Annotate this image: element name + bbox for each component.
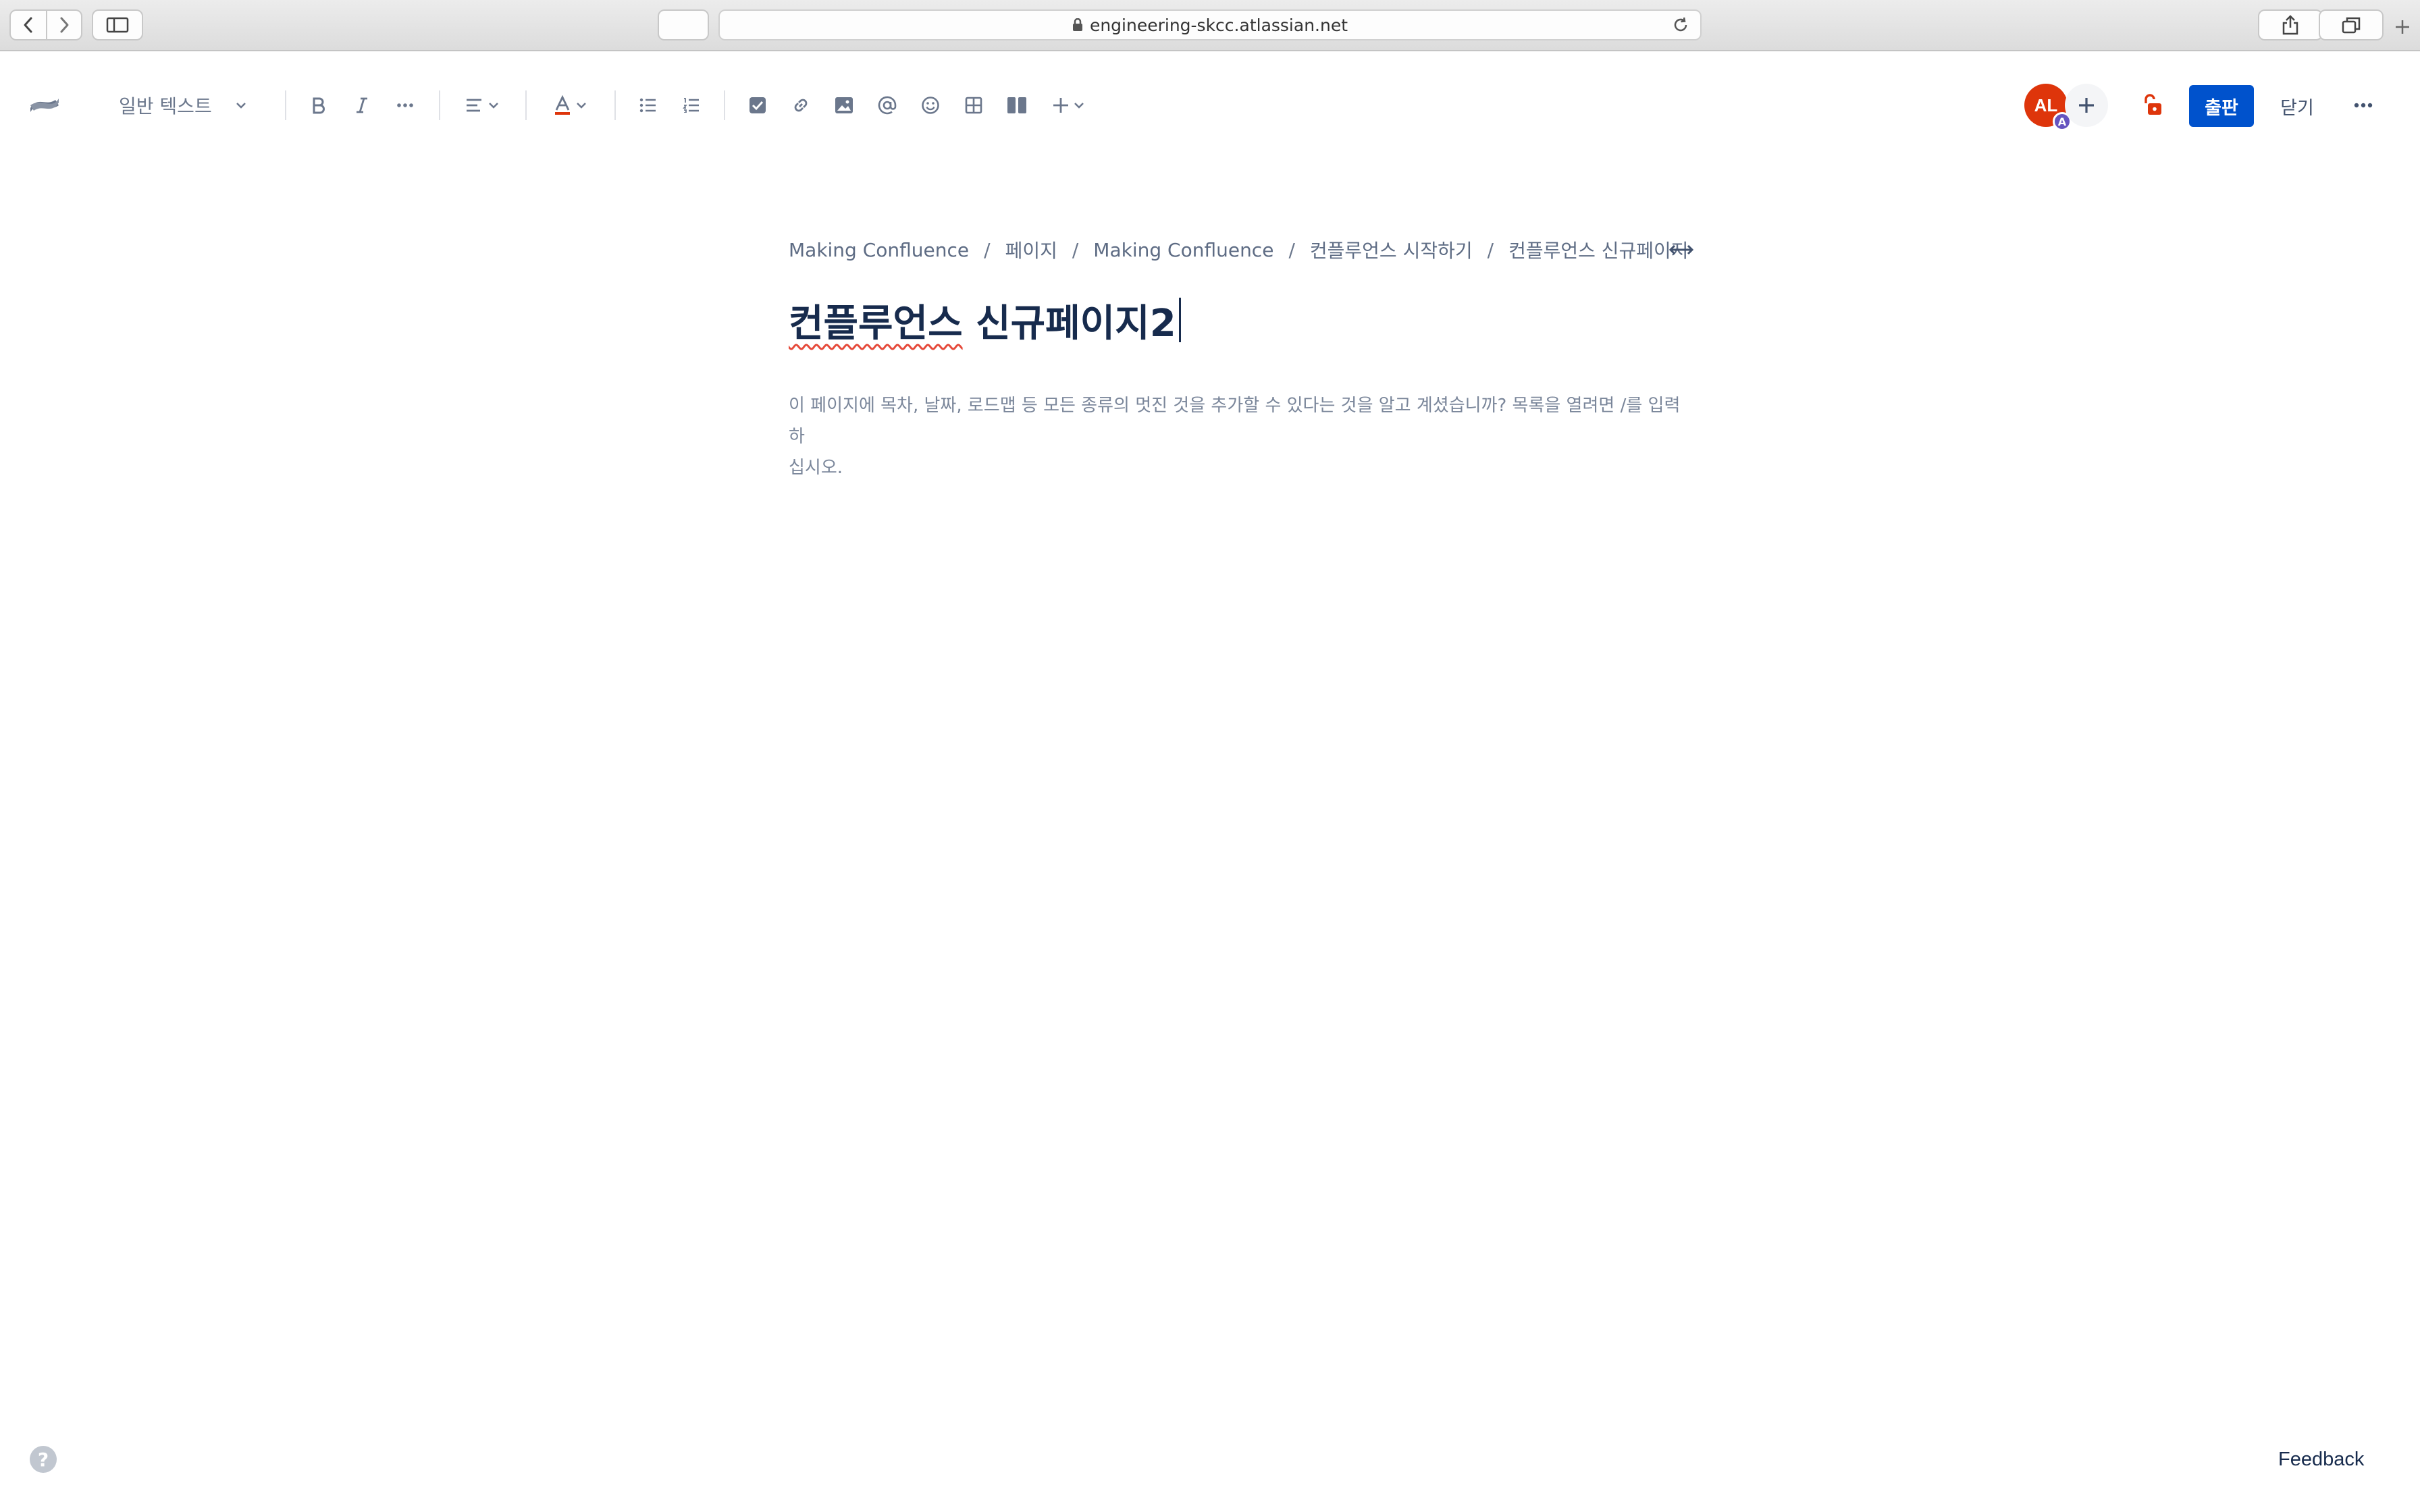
reload-icon[interactable] xyxy=(1672,16,1689,34)
avatar-badge-letter: A xyxy=(2057,115,2067,128)
confluence-logo-icon xyxy=(30,99,59,112)
back-button[interactable] xyxy=(11,11,46,39)
ellipsis-icon xyxy=(397,103,413,107)
insert-dropdown[interactable] xyxy=(1047,84,1090,127)
sidebar-icon xyxy=(106,17,129,33)
layouts-button[interactable] xyxy=(1003,84,1030,127)
toolbar-divider xyxy=(614,90,616,120)
chevron-down-icon xyxy=(1074,103,1084,109)
help-button[interactable]: ? xyxy=(30,1446,57,1473)
columns-icon xyxy=(1007,97,1026,113)
tabs-icon xyxy=(2342,17,2361,34)
invite-button[interactable] xyxy=(2065,84,2108,127)
breadcrumb-separator: / xyxy=(1288,238,1295,261)
alignment-dropdown[interactable] xyxy=(459,84,505,127)
italic-icon xyxy=(357,97,367,113)
page-body-editor[interactable]: 이 페이지에 목차, 날짜, 로드맵 등 모든 종류의 멋진 것을 추가할 수 … xyxy=(789,390,1696,483)
bold-button[interactable] xyxy=(305,84,332,127)
plus-icon xyxy=(2396,20,2409,34)
full-width-toggle[interactable] xyxy=(1666,238,1696,262)
sidebar-toggle-button[interactable] xyxy=(92,9,143,40)
more-actions-button[interactable] xyxy=(2343,84,2384,127)
confluence-logo[interactable] xyxy=(24,84,65,127)
action-item-button[interactable] xyxy=(744,84,771,127)
chevron-down-icon xyxy=(236,103,246,109)
avatar-initials: AL xyxy=(2034,94,2058,115)
text-style-dropdown[interactable]: 일반 텍스트 xyxy=(119,84,257,127)
browser-nav-buttons xyxy=(9,9,82,40)
chevron-right-icon xyxy=(60,17,69,33)
toolbar-divider xyxy=(285,90,286,120)
placeholder-text-line: 십시오. xyxy=(789,458,843,478)
text-color-dropdown[interactable] xyxy=(547,84,593,127)
toolbar-divider xyxy=(525,90,527,120)
expand-width-icon xyxy=(1668,244,1694,255)
bold-icon xyxy=(313,97,325,114)
plus-icon xyxy=(1053,98,1068,113)
image-icon xyxy=(835,97,853,113)
breadcrumb: Making Confluence / 페이지 / Making Conflue… xyxy=(789,236,1689,263)
show-tabs-button[interactable] xyxy=(2319,9,2384,40)
breadcrumb-item[interactable]: 페이지 xyxy=(1005,236,1057,263)
unlock-icon xyxy=(2145,94,2161,115)
checkbox-icon xyxy=(749,97,766,113)
mention-button[interactable] xyxy=(874,84,901,127)
text-cursor xyxy=(1178,298,1181,342)
address-bar[interactable]: engineering-skcc.atlassian.net xyxy=(718,9,1702,40)
chevron-down-icon xyxy=(489,103,498,109)
at-sign-icon xyxy=(878,96,897,115)
placeholder-text-line: 이 페이지에 목차, 날짜, 로드맵 등 모든 종류의 멋진 것을 추가할 수 … xyxy=(789,396,1681,447)
table-icon xyxy=(965,97,982,114)
breadcrumb-separator: / xyxy=(1487,238,1494,261)
image-button[interactable] xyxy=(831,84,858,127)
breadcrumb-item[interactable]: Making Confluence xyxy=(789,239,969,261)
emoji-icon xyxy=(922,97,939,114)
feedback-button[interactable]: Feedback xyxy=(2278,1449,2364,1471)
chevron-down-icon xyxy=(577,103,586,109)
publish-button[interactable]: 출판 xyxy=(2189,85,2254,127)
breadcrumb-separator: / xyxy=(984,238,991,261)
page-title-text: 신규페이지2 xyxy=(962,301,1176,346)
tab-overview-pill[interactable] xyxy=(658,9,709,40)
share-button[interactable] xyxy=(2258,9,2323,40)
italic-button[interactable] xyxy=(348,84,375,127)
forward-button[interactable] xyxy=(46,11,81,39)
lock-icon xyxy=(1072,18,1082,31)
close-button[interactable]: 닫기 xyxy=(2270,85,2324,127)
misspelled-word: 컨플루언스 xyxy=(789,301,963,346)
breadcrumb-item[interactable]: 컨플루언스 신규페이지 xyxy=(1508,236,1689,263)
text-style-label: 일반 텍스트 xyxy=(119,95,212,117)
numbered-list-button[interactable] xyxy=(678,84,705,127)
more-formatting-button[interactable] xyxy=(392,84,419,127)
plus-icon xyxy=(2079,98,2094,113)
emoji-button[interactable] xyxy=(917,84,944,127)
align-left-icon xyxy=(467,99,481,112)
help-icon: ? xyxy=(37,1448,49,1471)
toolbar-divider xyxy=(724,90,725,120)
new-tab-button[interactable] xyxy=(2390,15,2415,39)
ellipsis-icon xyxy=(2354,103,2373,108)
toolbar-divider xyxy=(439,90,440,120)
text-color-icon xyxy=(555,95,570,115)
breadcrumb-separator: / xyxy=(1072,238,1079,261)
table-button[interactable] xyxy=(960,84,987,127)
link-icon xyxy=(794,99,808,112)
url-text: engineering-skcc.atlassian.net xyxy=(1089,15,1348,35)
numbered-list-icon xyxy=(683,98,699,113)
bullet-list-icon xyxy=(639,98,656,113)
editor-toolbar: 일반 텍스트 AL A 출판 닫기 xyxy=(0,53,2420,158)
chevron-left-icon xyxy=(24,17,32,33)
link-button[interactable] xyxy=(787,84,814,127)
breadcrumb-item[interactable]: Making Confluence xyxy=(1093,239,1273,261)
bullet-list-button[interactable] xyxy=(635,84,662,127)
page-title-input[interactable]: 컨플루언스 신규페이지2 xyxy=(789,293,1181,347)
restrictions-button[interactable] xyxy=(2135,84,2169,127)
breadcrumb-item[interactable]: 컨플루언스 시작하기 xyxy=(1310,236,1473,263)
share-icon xyxy=(2282,15,2298,35)
browser-toolbar: engineering-skcc.atlassian.net xyxy=(0,0,2420,51)
